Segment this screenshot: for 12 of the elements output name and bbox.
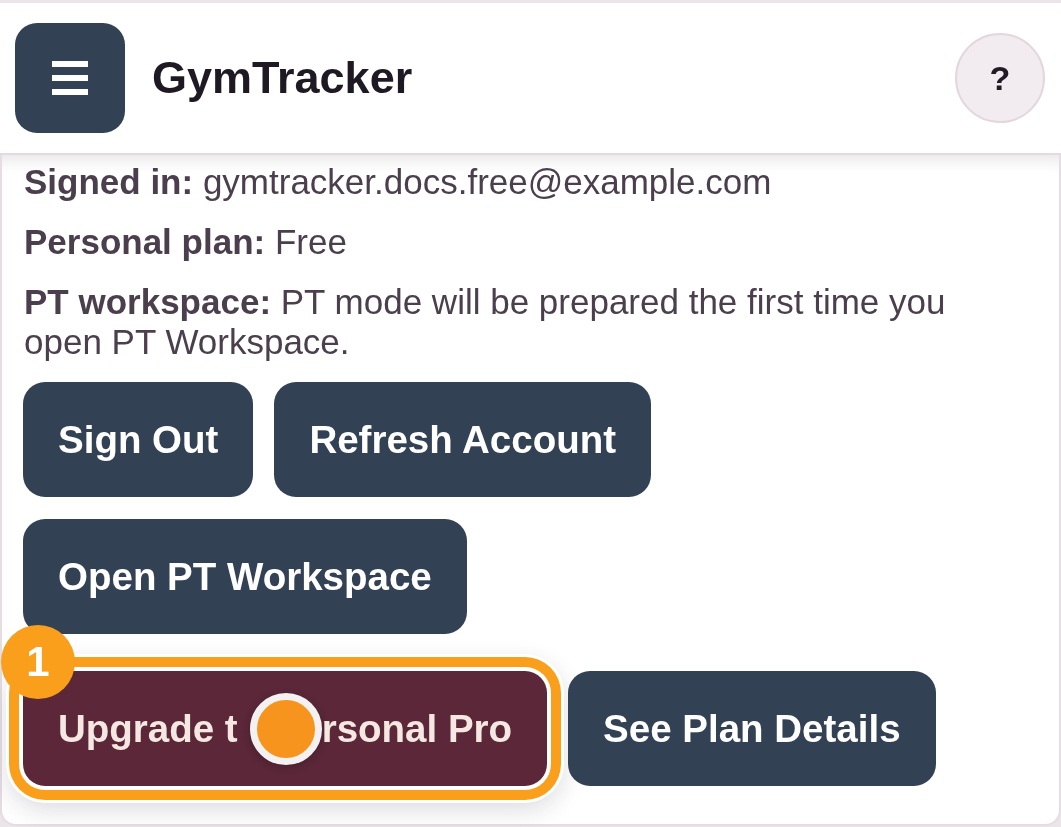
step-badge: 1 xyxy=(1,625,75,699)
menu-button[interactable] xyxy=(15,23,125,133)
menu-icon xyxy=(52,61,88,95)
action-button[interactable]: Refresh Account xyxy=(274,382,652,497)
account-info-text: PT workspace: PT mode will be prepared the first time you open PT Workspace. xyxy=(24,282,947,362)
account-info-text: Signed in: gymtracker.docs.free@example.com xyxy=(24,162,773,202)
action-button[interactable]: Sign Out xyxy=(23,382,254,497)
action-button[interactable]: See Plan Details xyxy=(568,671,936,786)
action-button[interactable]: Open PT Workspace xyxy=(23,519,467,634)
app-title: GymTracker xyxy=(152,52,413,104)
account-info-text: Personal plan: Free xyxy=(24,222,348,262)
help-button[interactable]: ? xyxy=(955,33,1045,123)
